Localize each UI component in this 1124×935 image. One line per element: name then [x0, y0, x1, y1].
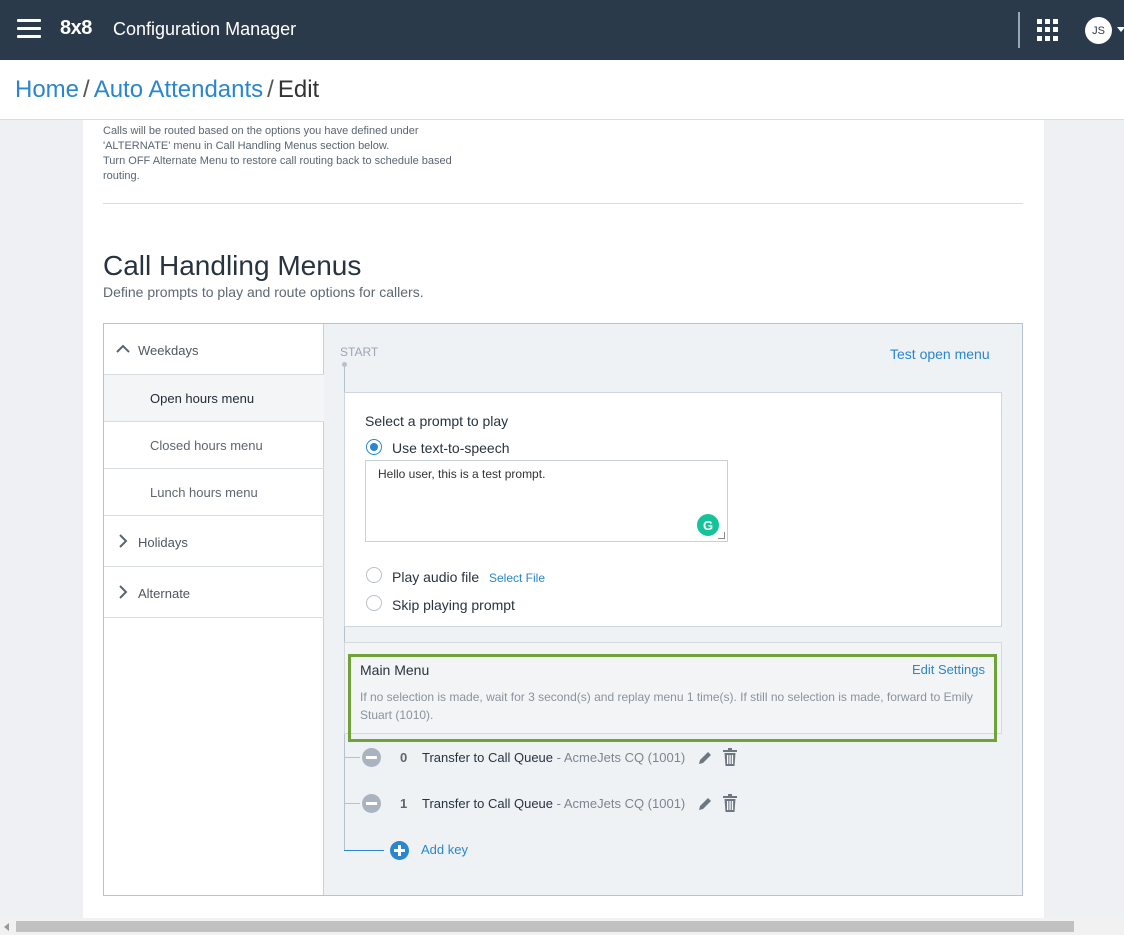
- chevron-right-icon: [119, 585, 128, 599]
- nav-group-holidays[interactable]: Holidays: [104, 516, 324, 567]
- trash-icon[interactable]: [723, 794, 737, 812]
- breadcrumb-current: Edit: [277, 76, 320, 103]
- start-label: START: [340, 345, 379, 359]
- user-avatar[interactable]: JS: [1085, 17, 1112, 44]
- prompt-title: Select a prompt to play: [365, 413, 509, 429]
- scroll-left-arrow-icon[interactable]: [4, 923, 9, 931]
- brand-logo[interactable]: 8x8: [60, 17, 92, 40]
- caret-down-icon[interactable]: [1117, 27, 1124, 32]
- trash-icon[interactable]: [723, 748, 737, 766]
- add-key-link[interactable]: Add key: [421, 842, 468, 857]
- main-menu-title: Main Menu: [360, 662, 430, 678]
- nav-group-alternate[interactable]: Alternate: [104, 567, 324, 618]
- key-target: - AcmeJets CQ (1001): [556, 750, 686, 765]
- breadcrumb-bar: Home / Auto Attendants / Edit: [0, 60, 1124, 120]
- nav-item-closed-hours-menu[interactable]: Closed hours menu: [104, 422, 324, 469]
- skip-prompt-radio[interactable]: [366, 595, 382, 611]
- remove-key-button[interactable]: [362, 748, 381, 767]
- nav-group-weekdays[interactable]: Weekdays: [104, 324, 324, 375]
- nav-group-label: Holidays: [138, 535, 188, 550]
- horizontal-scrollbar[interactable]: [0, 918, 1124, 935]
- alternate-description-line: routing.: [103, 170, 140, 182]
- audio-file-radio-label[interactable]: Play audio file: [392, 569, 479, 585]
- hamburger-menu-icon[interactable]: [17, 19, 41, 39]
- resize-grip-icon[interactable]: [718, 532, 725, 539]
- nav-item-label: Open hours menu: [150, 391, 255, 406]
- nav-item-open-hours-menu[interactable]: Open hours menu: [104, 375, 324, 422]
- remove-key-button[interactable]: [362, 794, 381, 813]
- prompt-card: Select a prompt to play Use text-to-spee…: [344, 392, 1002, 627]
- call-handling-menus-box: Weekdays Open hours menu Closed hours me…: [103, 323, 1023, 896]
- key-number: 0: [400, 750, 408, 765]
- select-file-link[interactable]: Select File: [489, 571, 545, 585]
- key-connector: [344, 803, 360, 804]
- breadcrumb-auto-attendants-link[interactable]: Auto Attendants: [94, 76, 263, 103]
- add-key-plus-icon[interactable]: [390, 841, 409, 860]
- nav-item-label: Lunch hours menu: [150, 485, 258, 500]
- breadcrumb-separator: /: [267, 76, 274, 103]
- audio-file-radio[interactable]: [366, 567, 382, 583]
- grammarly-icon[interactable]: G: [697, 514, 719, 536]
- key-connector: [344, 757, 360, 758]
- nav-group-label: Alternate: [138, 586, 191, 601]
- tts-textarea[interactable]: Hello user, this is a test prompt. G: [365, 460, 728, 542]
- main-menu-description: If no selection is made, wait for 3 seco…: [360, 690, 973, 722]
- nav-group-label: Weekdays: [138, 343, 199, 358]
- key-action: Transfer to Call Queue - AcmeJets CQ (10…: [422, 750, 685, 765]
- apps-grid-icon[interactable]: [1037, 19, 1059, 41]
- flow-start-dot: [342, 362, 347, 367]
- breadcrumb-separator: /: [83, 76, 90, 103]
- top-bar: 8x8 Configuration Manager JS: [0, 0, 1124, 60]
- nav-item-lunch-hours-menu[interactable]: Lunch hours menu: [104, 469, 324, 516]
- scrollbar-thumb[interactable]: [16, 921, 1074, 932]
- test-open-menu-link[interactable]: Test open menu: [890, 346, 990, 362]
- chevron-right-icon: [119, 534, 128, 548]
- alternate-description-line: 'ALTERNATE' menu in Call Handling Menus …: [103, 140, 390, 152]
- breadcrumb: Home / Auto Attendants / Edit: [15, 76, 319, 104]
- topbar-divider: [1018, 12, 1020, 48]
- key-action-label: Transfer to Call Queue: [422, 750, 554, 765]
- call-handling-title: Call Handling Menus: [103, 250, 362, 281]
- key-row: 1 Transfer to Call Queue - AcmeJets CQ (…: [344, 789, 1004, 819]
- pencil-icon[interactable]: [697, 796, 713, 812]
- tts-radio-label[interactable]: Use text-to-speech: [392, 440, 510, 456]
- app-title: Configuration Manager: [113, 19, 297, 39]
- alternate-menu-description: Calls will be routed based on the option…: [103, 124, 473, 184]
- key-number: 1: [400, 796, 408, 811]
- tts-radio[interactable]: [366, 439, 382, 455]
- key-action-label: Transfer to Call Queue: [422, 796, 554, 811]
- nav-item-label: Closed hours menu: [150, 438, 263, 453]
- edit-settings-link[interactable]: Edit Settings: [912, 662, 985, 677]
- add-key-connector: [344, 850, 384, 851]
- breadcrumb-home-link[interactable]: Home: [15, 76, 79, 103]
- key-action: Transfer to Call Queue - AcmeJets CQ (10…: [422, 796, 685, 811]
- alternate-description-line: Calls will be routed based on the option…: [103, 125, 419, 137]
- call-handling-subtitle: Define prompts to play and route options…: [103, 284, 424, 300]
- tts-text: Hello user, this is a test prompt.: [378, 467, 546, 481]
- alternate-description-line: Turn OFF Alternate Menu to restore call …: [103, 155, 452, 167]
- key-row: 0 Transfer to Call Queue - AcmeJets CQ (…: [344, 743, 1004, 773]
- chevron-up-icon: [116, 344, 130, 353]
- pencil-icon[interactable]: [697, 750, 713, 766]
- content-panel: Calls will be routed based on the option…: [83, 120, 1044, 920]
- key-target: - AcmeJets CQ (1001): [556, 796, 686, 811]
- section-divider: [103, 203, 1023, 204]
- menu-navigation: Weekdays Open hours menu Closed hours me…: [104, 324, 324, 895]
- skip-prompt-radio-label[interactable]: Skip playing prompt: [392, 597, 515, 613]
